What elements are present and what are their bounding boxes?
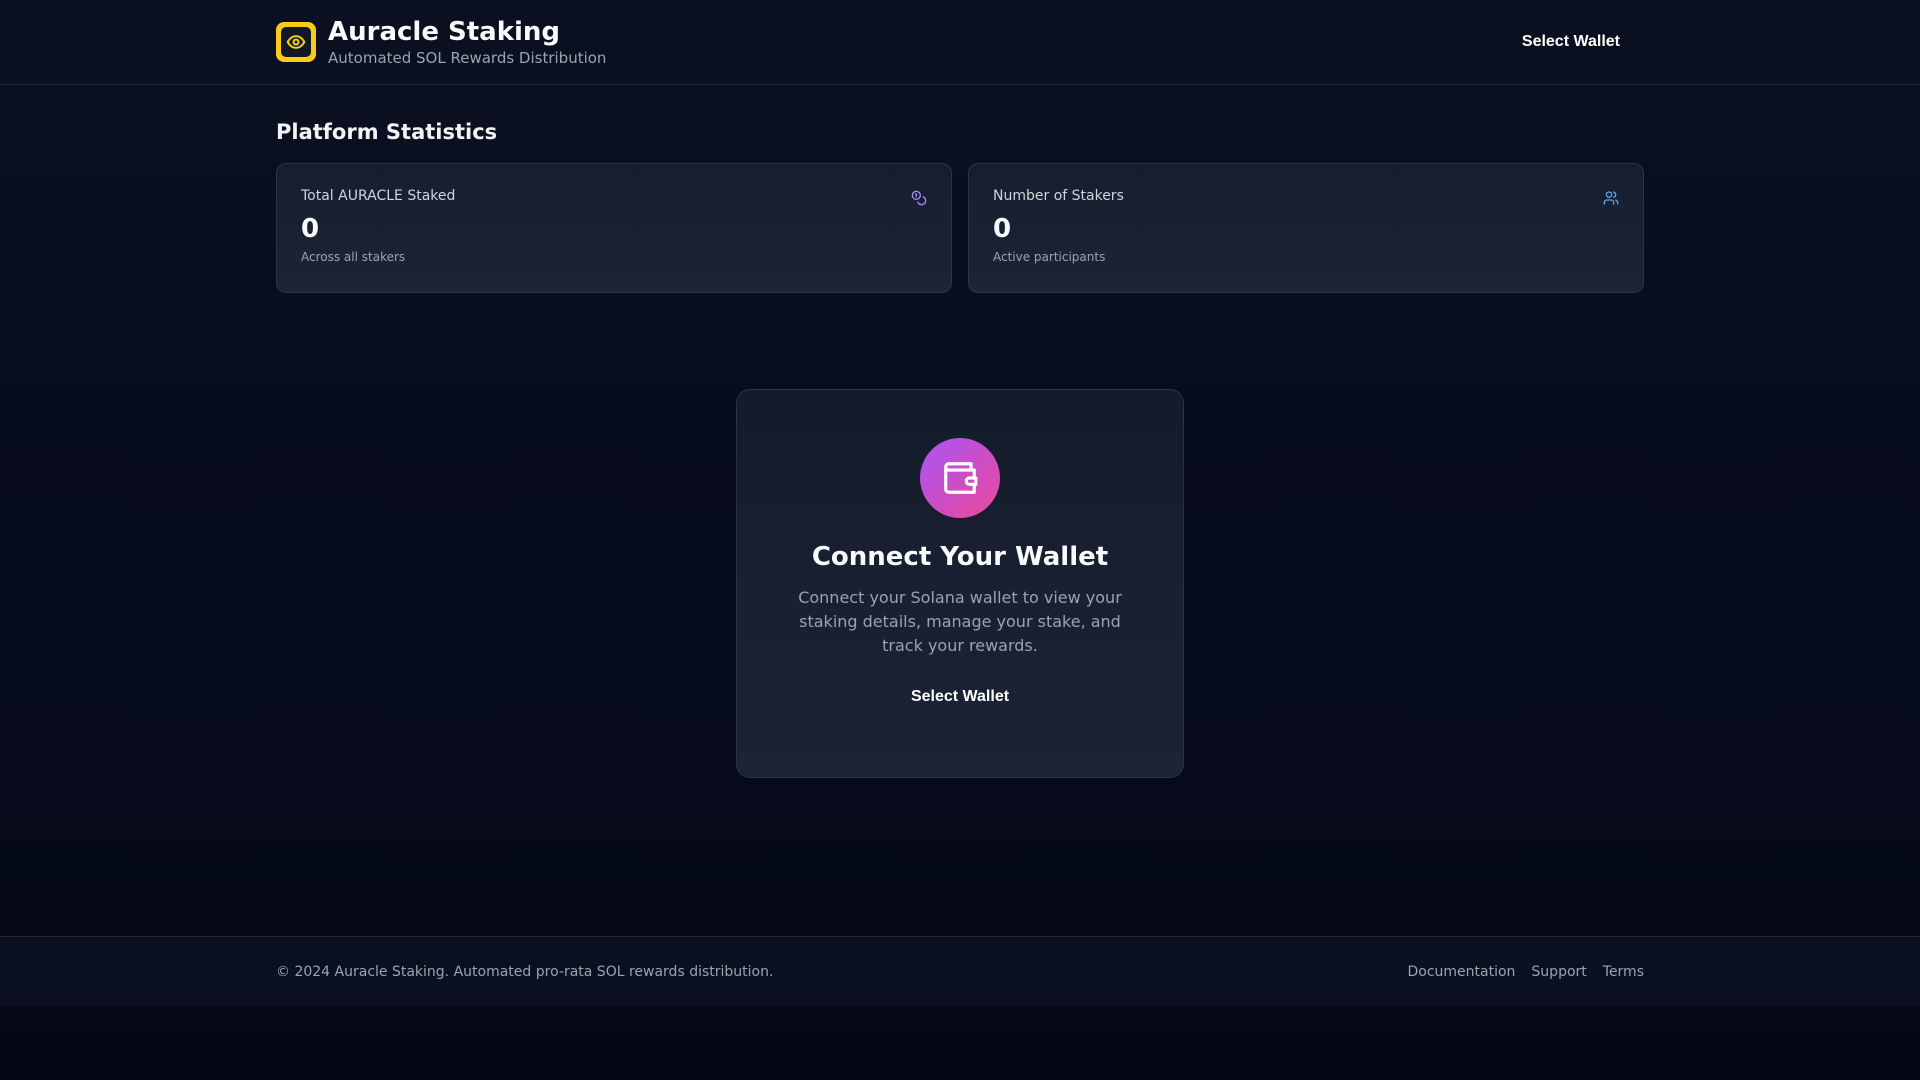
connect-title: Connect Your Wallet [811,542,1109,572]
select-wallet-button[interactable]: Select Wallet [1498,23,1644,61]
stat-label: Total AURACLE Staked [301,188,456,204]
footer-link-support[interactable]: Support [1531,964,1586,980]
footer-links: Documentation Support Terms [1407,964,1644,980]
brand[interactable]: Auracle Staking Automated SOL Rewards Di… [276,17,606,67]
stats-grid: Total AURACLE Staked 0 Across all staker… [276,163,1644,293]
coins-icon [911,190,927,206]
users-icon [1603,191,1619,205]
stat-label: Number of Stakers [993,188,1124,204]
footer-link-documentation[interactable]: Documentation [1407,964,1515,980]
app-header: Auracle Staking Automated SOL Rewards Di… [0,0,1920,85]
connect-wallet-card: Connect Your Wallet Connect your Solana … [736,389,1184,778]
logo [276,22,316,62]
eye-icon [286,35,306,49]
app-title: Auracle Staking [328,17,561,47]
main-content: Platform Statistics Total AURACLE Staked… [0,85,1920,936]
stat-sub: Across all stakers [301,250,406,264]
footer-link-terms[interactable]: Terms [1603,964,1644,980]
stat-value: 0 [993,214,1012,244]
stat-card-total-staked: Total AURACLE Staked 0 Across all staker… [276,163,952,293]
stat-card-stakers: Number of Stakers 0 Active participants [968,163,1644,293]
stat-value: 0 [301,214,320,244]
section-title: Platform Statistics [276,120,498,144]
app-footer: © 2024 Auracle Staking. Automated pro-ra… [0,936,1920,1006]
connect-description: Connect your Solana wallet to view your … [798,588,1122,655]
stat-sub: Active participants [993,250,1106,264]
copyright-text: © 2024 Auracle Staking. Automated pro-ra… [276,963,774,980]
connect-select-wallet-button[interactable]: Select Wallet [887,678,1033,716]
wallet-badge [920,438,1000,518]
app-subtitle: Automated SOL Rewards Distribution [328,49,607,67]
wallet-icon [944,462,978,494]
